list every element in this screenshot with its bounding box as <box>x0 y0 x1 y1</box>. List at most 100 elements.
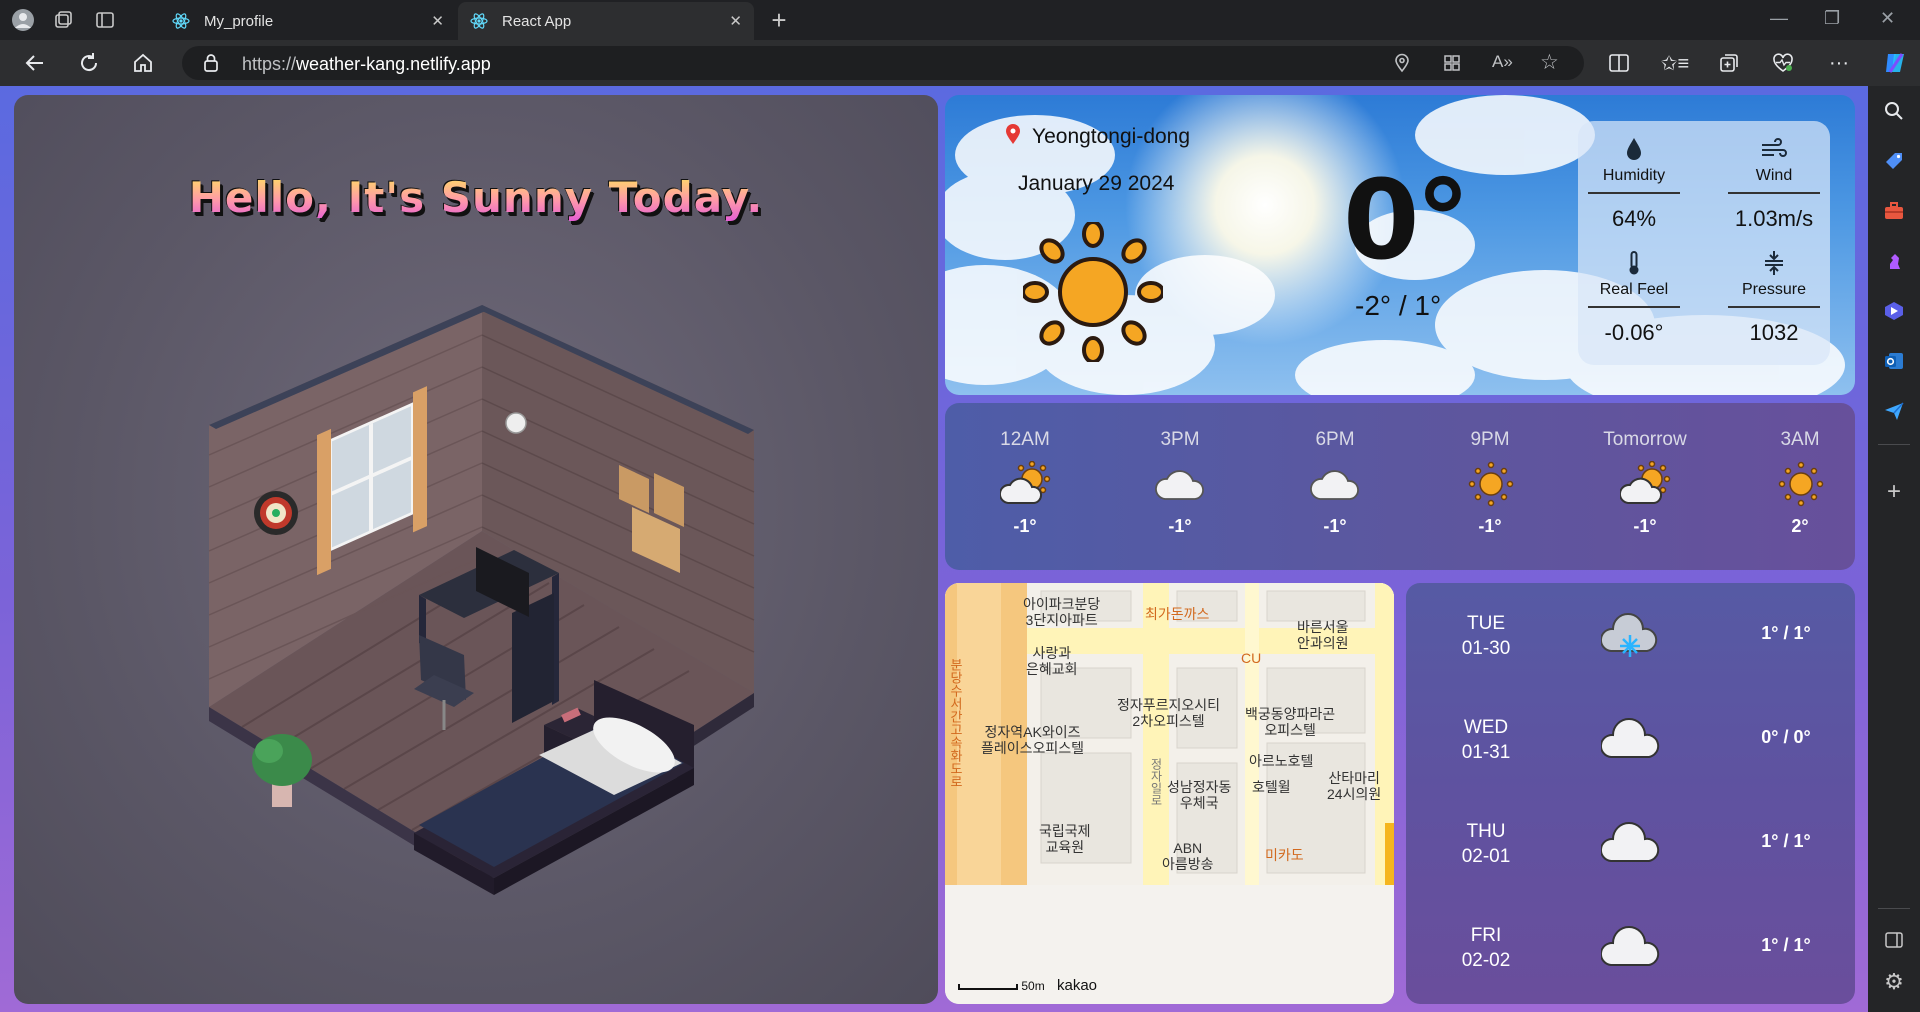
location-pin-icon <box>1005 123 1021 150</box>
weather-stats-card: Humidity 64% Wind 1.03m/s Real Feel -0.0… <box>1578 121 1830 365</box>
sun-icon <box>1465 461 1517 512</box>
isometric-room-illustration <box>208 305 755 895</box>
map-label: 바른서울 안과의원 <box>1297 619 1349 651</box>
sun-icon <box>1775 461 1827 512</box>
current-weather-panel: Yeongtongi-dong January 29 2024 0° -2° /… <box>945 95 1855 395</box>
react-icon <box>470 12 488 30</box>
map-label: 백궁동양파라곤 오피스텔 <box>1245 706 1336 738</box>
tab-my-profile[interactable]: My_profile ✕ <box>160 2 456 40</box>
map-label: 아르노호텔 <box>1249 753 1314 769</box>
read-aloud-icon[interactable]: A» <box>1492 52 1513 72</box>
map-label: 정자푸르지오시티 2차오피스텔 <box>1117 697 1221 729</box>
new-tab-icon[interactable]: + <box>764 5 794 35</box>
map-label: 사랑과 은혜교회 <box>1026 645 1078 677</box>
cloud-icon <box>1599 921 1661 980</box>
forecast-day: TUE 01-30 1° / 1° <box>1406 583 1855 687</box>
cloud-icon <box>1310 461 1362 512</box>
react-icon <box>172 12 190 30</box>
close-window-icon[interactable]: ✕ <box>1880 8 1895 29</box>
url-text: https://weather-kang.netlify.app <box>242 54 491 74</box>
minimize-icon[interactable]: — <box>1770 8 1788 29</box>
refresh-icon[interactable] <box>74 49 104 77</box>
profile-avatar-icon[interactable] <box>8 6 38 34</box>
real-feel-stat: Real Feel -0.06° <box>1588 249 1680 346</box>
weather-page: Hello, It's Sunny Today. Yeongtongi-dong… <box>0 86 1868 1012</box>
send-icon[interactable] <box>1880 397 1908 425</box>
current-temperature: 0° <box>1343 156 1471 284</box>
cloud-icon <box>1155 461 1207 512</box>
favorites-icon[interactable]: ✩≡ <box>1660 49 1690 77</box>
temperature-range: -2° / 1° <box>1355 290 1442 321</box>
collections-icon[interactable] <box>1714 49 1744 77</box>
map-label: 최가돈까스 <box>1145 606 1210 622</box>
hourly-forecast-panel: 12AM -1° 3PM -1° 6PM -1° 9PM -1° Tomorro… <box>945 403 1855 570</box>
sidebar-divider <box>1878 444 1910 445</box>
room-illustration-panel: Hello, It's Sunny Today. <box>14 95 938 1004</box>
map-label: 산타마리 24시의원 <box>1327 770 1382 802</box>
workspaces-icon[interactable] <box>48 6 78 34</box>
snow-cloud-icon <box>1599 609 1661 668</box>
tab-title: My_profile <box>204 12 274 30</box>
location-icon[interactable] <box>1392 53 1412 78</box>
sun-icon <box>1021 220 1165 367</box>
hourly-item: 9PM -1° <box>1415 403 1565 570</box>
hide-sidebar-icon[interactable] <box>1880 926 1908 954</box>
settings-gear-icon[interactable]: ⚙ <box>1880 968 1908 996</box>
sidebar-divider <box>1878 908 1910 909</box>
map-scale: 50m <box>958 979 1045 993</box>
tab-react-app[interactable]: React App ✕ <box>458 2 754 40</box>
map-label: ABN 아름방송 <box>1162 840 1214 872</box>
location-name: Yeongtongi-dong <box>1032 125 1191 148</box>
tab-title: React App <box>502 12 572 30</box>
map-road-label: 정자일로 <box>1149 758 1163 806</box>
copilot-icon[interactable] <box>1880 49 1910 77</box>
forecast-day: WED 01-31 0° / 0° <box>1406 687 1855 791</box>
copilot-app-icon[interactable] <box>1880 297 1908 325</box>
search-icon[interactable] <box>1880 97 1908 125</box>
cloud-icon <box>1599 713 1661 772</box>
map-label: 호텔윌 <box>1252 779 1291 795</box>
outlook-icon[interactable] <box>1880 347 1908 375</box>
tools-briefcase-icon[interactable] <box>1880 197 1908 225</box>
pressure-value: 1032 <box>1749 320 1799 345</box>
lock-icon[interactable] <box>202 53 220 78</box>
close-tab-icon[interactable]: ✕ <box>431 12 444 30</box>
performance-heart-icon[interactable] <box>1768 49 1798 77</box>
map-label: 국립국제 교육원 <box>1039 823 1091 855</box>
close-tab-icon[interactable]: ✕ <box>729 12 742 30</box>
address-toolbar: https://weather-kang.netlify.app A» ☆ ✩≡… <box>0 40 1920 86</box>
address-bar[interactable]: https://weather-kang.netlify.app A» ☆ <box>182 46 1584 80</box>
wind-value: 1.03m/s <box>1734 206 1814 231</box>
favorite-star-icon[interactable]: ☆ <box>1540 50 1559 75</box>
edge-sidebar: + ⚙ <box>1868 86 1920 1012</box>
map-provider-logo: kakao <box>1057 977 1098 994</box>
apps-icon[interactable] <box>1442 53 1462 78</box>
real-feel-value: -0.06° <box>1604 320 1664 345</box>
hourly-item: Tomorrow -1° <box>1603 429 1687 536</box>
hourly-item: 6PM -1° <box>1260 403 1410 570</box>
daily-forecast-panel: TUE 01-30 1° / 1° WED 01-31 0° / 0° THU 02-… <box>1406 583 1855 1004</box>
vertical-tabs-icon[interactable] <box>90 6 120 34</box>
forecast-day: THU 02-01 1° / 1° <box>1406 791 1855 895</box>
add-sidebar-app-icon[interactable]: + <box>1880 478 1908 506</box>
home-icon[interactable] <box>128 49 158 77</box>
droplet-icon <box>1588 135 1680 163</box>
map-label: 성남정자동 우체국 <box>1167 779 1232 811</box>
hourly-item: 12AM -1° <box>950 403 1100 570</box>
more-menu-icon[interactable]: ··· <box>1824 49 1854 77</box>
map-label: 미카도 <box>1265 847 1304 863</box>
split-screen-icon[interactable] <box>1604 49 1634 77</box>
hourly-item: 3PM -1° <box>1105 403 1255 570</box>
current-date: January 29 2024 <box>1018 172 1175 195</box>
shopping-tag-icon[interactable] <box>1880 147 1908 175</box>
back-icon[interactable] <box>20 49 50 77</box>
wind-icon <box>1728 135 1820 163</box>
map-label: 아이파크분당 3단지아파트 <box>1023 596 1101 628</box>
partly-cloudy-icon <box>999 460 1052 512</box>
games-chess-icon[interactable] <box>1880 247 1908 275</box>
restore-icon[interactable]: ❐ <box>1824 8 1840 29</box>
humidity-value: 64% <box>1611 206 1657 231</box>
kakao-map[interactable]: 아이파크분당 3단지아파트 최가돈까스 바른서울 안과의원 사랑과 은혜교회 C… <box>945 583 1394 1004</box>
map-label: 정자역AK와이즈 플레이스오피스텔 <box>981 724 1085 756</box>
humidity-stat: Humidity 64% <box>1588 135 1680 232</box>
